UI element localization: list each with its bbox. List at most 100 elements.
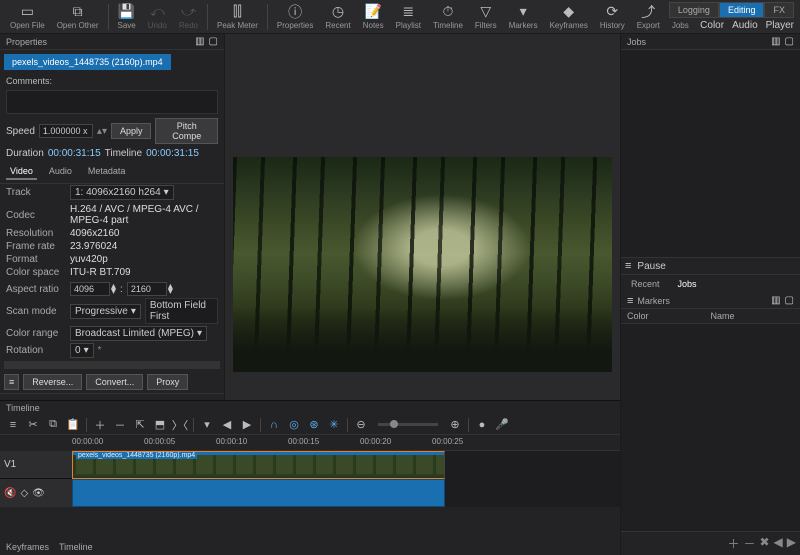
markers-list (621, 324, 800, 531)
scan-mode-dropdown[interactable]: Progressive ▾ (70, 304, 141, 319)
tl-prev-marker-button[interactable]: ◀ (218, 417, 236, 433)
properties-scrollbar[interactable] (4, 361, 220, 369)
next-marker-button[interactable]: ▶ (787, 535, 796, 552)
tl-menu-button[interactable]: ≡ (4, 417, 22, 433)
speed-input[interactable] (39, 124, 93, 138)
clip-name-chip[interactable]: pexels_videos_1448735 (2160p).mp4 (4, 54, 171, 70)
toolbar-recent[interactable]: ◷Recent (319, 2, 356, 32)
track-a1-header[interactable]: 🔇 ◇ 👁 (0, 479, 72, 507)
dock-icon[interactable]: ▥ (195, 36, 204, 47)
audio-clip[interactable] (72, 479, 445, 507)
tl-marker-button[interactable]: ▾ (198, 417, 216, 433)
tab-timeline[interactable]: Timeline (59, 542, 93, 552)
toolbar-playlist[interactable]: ≣Playlist (390, 2, 427, 32)
tl-voiceover-button[interactable]: 🎤 (493, 417, 511, 433)
workspace-tab-logging[interactable]: Logging (669, 2, 719, 18)
tl-ripple-all-button[interactable]: ✳ (325, 417, 343, 433)
tl-snap-button[interactable]: ∩ (265, 417, 283, 433)
video-clip[interactable] (72, 451, 445, 479)
right-tab-jobs[interactable]: Jobs (672, 277, 703, 291)
toolbar-markers[interactable]: ▾Markers (503, 2, 544, 32)
proxy-button[interactable]: Proxy (147, 374, 188, 390)
toolbar-peak-meter[interactable]: ⫿⫿Peak Meter (211, 2, 264, 32)
workspace-subtab-color[interactable]: Color (700, 20, 724, 31)
clear-markers-button[interactable]: ✖ (759, 535, 769, 552)
tl-split-button[interactable]: 〉〈 (171, 417, 189, 433)
timeline-toolbar: ≡ ✂ ⧉ 📋 ＋ － ⇱ ⬒ 〉〈 ▾ ◀ ▶ ∩ ◎ ⊛ ✳ ⊖ ⊕ ● 🎤 (0, 415, 620, 435)
aspect-width-input[interactable] (70, 282, 110, 296)
close-icon[interactable]: ▢ (785, 36, 794, 47)
lock-icon[interactable]: ◇ (20, 488, 28, 499)
chevron-down-icon: ▾ (164, 187, 169, 198)
toolbar-save[interactable]: 💾Save (112, 2, 142, 32)
color-range-dropdown[interactable]: Broadcast Limited (MPEG) ▾ (70, 326, 207, 341)
workspace-subtab-audio[interactable]: Audio (732, 20, 758, 31)
tl-scrub-button[interactable]: ◎ (285, 417, 303, 433)
markers-header: ≡ Markers ▥ ▢ (621, 293, 800, 309)
workspace-subtab-player[interactable]: Player (766, 20, 794, 31)
comments-field[interactable] (6, 90, 218, 114)
apply-button[interactable]: Apply (111, 123, 152, 139)
convert-button[interactable]: Convert... (86, 374, 143, 390)
tl-overwrite-button[interactable]: ⬒ (151, 417, 169, 433)
workspace-tab-editing[interactable]: Editing (719, 2, 765, 18)
toolbar-undo[interactable]: ⤺Undo (142, 2, 173, 32)
reverse-button[interactable]: Reverse... (23, 374, 82, 390)
tl-ripple-button[interactable]: ⊛ (305, 417, 323, 433)
toolbar-open-other[interactable]: ⧉Open Other (51, 2, 105, 32)
timeline-ruler[interactable]: 00:00:0000:00:0500:00:1000:00:1500:00:20… (72, 435, 620, 451)
markers-icon: ▾ (515, 4, 531, 20)
toolbar-redo[interactable]: ⤻Redo (173, 2, 204, 32)
close-icon[interactable]: ▢ (209, 36, 218, 47)
add-marker-button[interactable]: ＋ (727, 535, 739, 552)
play-jobs-icon[interactable]: ≡ (625, 260, 631, 272)
pause-jobs-button[interactable]: Pause (637, 261, 665, 272)
tl-remove-button[interactable]: － (111, 417, 129, 433)
rotation-dropdown[interactable]: 0 ▾ (70, 343, 94, 358)
toolbar-filters[interactable]: ▽Filters (469, 2, 503, 32)
tl-ruler-tick: 00:00:05 (144, 437, 175, 446)
timeline-panel: Timeline ≡ ✂ ⧉ 📋 ＋ － ⇱ ⬒ 〉〈 ▾ ◀ ▶ ∩ ◎ ⊛ … (0, 400, 620, 555)
tl-lift-button[interactable]: ⇱ (131, 417, 149, 433)
aspect-label: Aspect ratio (6, 284, 66, 295)
menu-button[interactable]: ≡ (4, 374, 19, 390)
toolbar-notes[interactable]: 📝Notes (357, 2, 390, 32)
right-tab-recent[interactable]: Recent (625, 277, 666, 291)
tl-next-marker-button[interactable]: ▶ (238, 417, 256, 433)
eye-icon[interactable]: 👁 (32, 488, 45, 499)
prop-row-color-space: Color spaceITU-R BT.709 (0, 266, 224, 279)
prev-marker-button[interactable]: ◀ (774, 535, 783, 552)
tl-append-button[interactable]: ＋ (91, 417, 109, 433)
dock-icon[interactable]: ▥ (771, 36, 780, 47)
toolbar-timeline[interactable]: ⏱Timeline (427, 2, 469, 32)
remove-marker-button[interactable]: － (743, 535, 755, 552)
tl-zoom-out-button[interactable]: ⊖ (352, 417, 370, 433)
timeline-track-area[interactable] (72, 451, 620, 507)
track-v1-header[interactable]: V1 (0, 451, 72, 479)
toolbar-open-file[interactable]: ▭Open File (4, 2, 51, 32)
tl-paste-button[interactable]: 📋 (64, 417, 82, 433)
prop-tab-audio[interactable]: Audio (45, 164, 76, 180)
tl-zoom-in-button[interactable]: ⊕ (446, 417, 464, 433)
tl-record-button[interactable]: ● (473, 417, 491, 433)
toolbar-export[interactable]: ⤴Export (631, 2, 666, 32)
tl-copy-button[interactable]: ⧉ (44, 417, 62, 433)
prop-tab-metadata[interactable]: Metadata (84, 164, 130, 180)
pitch-compensation-button[interactable]: Pitch Compe (155, 118, 218, 144)
redo-icon: ⤻ (180, 4, 196, 20)
tab-keyframes[interactable]: Keyframes (6, 542, 49, 552)
toolbar-keyframes[interactable]: ◆Keyframes (544, 2, 594, 32)
menu-icon[interactable]: ≡ (627, 295, 633, 307)
mute-icon[interactable]: 🔇 (4, 488, 16, 499)
dock-icon[interactable]: ▥ (771, 295, 780, 306)
speed-spinner-icon[interactable]: ▴▾ (97, 126, 107, 137)
track-dropdown[interactable]: 1: 4096x2160 h264▾ (70, 185, 174, 200)
prop-tab-video[interactable]: Video (6, 164, 37, 180)
toolbar-history[interactable]: ⟳History (594, 2, 631, 32)
tl-zoom-slider[interactable] (378, 423, 438, 426)
tl-cut-button[interactable]: ✂ (24, 417, 42, 433)
toolbar-properties[interactable]: ⓘProperties (271, 2, 319, 32)
close-icon[interactable]: ▢ (785, 295, 794, 306)
aspect-height-input[interactable] (127, 282, 167, 296)
workspace-tab-fx[interactable]: FX (764, 2, 794, 18)
